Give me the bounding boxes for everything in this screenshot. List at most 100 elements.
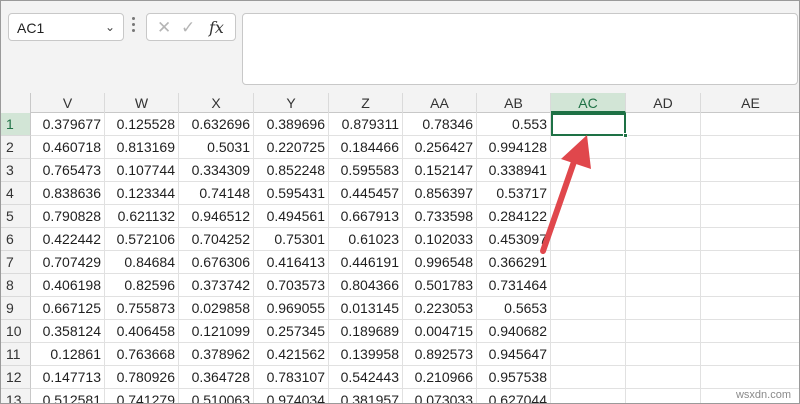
- cell-ac9[interactable]: [551, 297, 626, 320]
- cell-ac11[interactable]: [551, 343, 626, 366]
- cell-ad9[interactable]: [626, 297, 701, 320]
- cell-ac4[interactable]: [551, 182, 626, 205]
- cell-z2[interactable]: 0.184466: [329, 136, 403, 159]
- cell-ae8[interactable]: [701, 274, 799, 297]
- select-all-corner[interactable]: [1, 93, 31, 113]
- cell-ac1[interactable]: [551, 113, 626, 136]
- cell-x13[interactable]: 0.510063: [179, 389, 254, 403]
- fill-handle[interactable]: [623, 133, 628, 138]
- cell-aa11[interactable]: 0.892573: [403, 343, 477, 366]
- cell-z13[interactable]: 0.381957: [329, 389, 403, 403]
- cell-y2[interactable]: 0.220725: [254, 136, 329, 159]
- column-header-ab[interactable]: AB: [477, 93, 551, 113]
- cell-w1[interactable]: 0.125528: [105, 113, 179, 136]
- row-header-11[interactable]: 11: [1, 343, 31, 366]
- cell-w9[interactable]: 0.755873: [105, 297, 179, 320]
- cell-v9[interactable]: 0.667125: [31, 297, 105, 320]
- cell-ad7[interactable]: [626, 251, 701, 274]
- cell-z12[interactable]: 0.542443: [329, 366, 403, 389]
- cell-y1[interactable]: 0.389696: [254, 113, 329, 136]
- row-header-2[interactable]: 2: [1, 136, 31, 159]
- cell-aa13[interactable]: 0.073033: [403, 389, 477, 403]
- cell-w8[interactable]: 0.82596: [105, 274, 179, 297]
- cell-w10[interactable]: 0.406458: [105, 320, 179, 343]
- cell-v4[interactable]: 0.838636: [31, 182, 105, 205]
- cell-y8[interactable]: 0.703573: [254, 274, 329, 297]
- cell-ac12[interactable]: [551, 366, 626, 389]
- cell-v10[interactable]: 0.358124: [31, 320, 105, 343]
- cell-ab4[interactable]: 0.53717: [477, 182, 551, 205]
- cell-y6[interactable]: 0.75301: [254, 228, 329, 251]
- cell-ac2[interactable]: [551, 136, 626, 159]
- cell-ad10[interactable]: [626, 320, 701, 343]
- cell-v1[interactable]: 0.379677: [31, 113, 105, 136]
- cell-ad6[interactable]: [626, 228, 701, 251]
- cell-ad3[interactable]: [626, 159, 701, 182]
- cell-ae3[interactable]: [701, 159, 799, 182]
- cell-ab13[interactable]: 0.627044: [477, 389, 551, 403]
- cell-x5[interactable]: 0.946512: [179, 205, 254, 228]
- cell-y7[interactable]: 0.416413: [254, 251, 329, 274]
- cell-z9[interactable]: 0.013145: [329, 297, 403, 320]
- cell-z4[interactable]: 0.445457: [329, 182, 403, 205]
- column-header-z[interactable]: Z: [329, 93, 403, 113]
- cell-x6[interactable]: 0.704252: [179, 228, 254, 251]
- cell-ae1[interactable]: [701, 113, 799, 136]
- cell-ac5[interactable]: [551, 205, 626, 228]
- cell-y3[interactable]: 0.852248: [254, 159, 329, 182]
- row-header-8[interactable]: 8: [1, 274, 31, 297]
- cell-ae2[interactable]: [701, 136, 799, 159]
- column-header-ae[interactable]: AE: [701, 93, 799, 113]
- row-header-6[interactable]: 6: [1, 228, 31, 251]
- cell-x12[interactable]: 0.364728: [179, 366, 254, 389]
- cell-ab11[interactable]: 0.945647: [477, 343, 551, 366]
- cell-ab7[interactable]: 0.366291: [477, 251, 551, 274]
- cell-x10[interactable]: 0.121099: [179, 320, 254, 343]
- cell-y9[interactable]: 0.969055: [254, 297, 329, 320]
- cell-x2[interactable]: 0.5031: [179, 136, 254, 159]
- cell-ad1[interactable]: [626, 113, 701, 136]
- cell-y12[interactable]: 0.783107: [254, 366, 329, 389]
- column-header-w[interactable]: W: [105, 93, 179, 113]
- cell-ae4[interactable]: [701, 182, 799, 205]
- cell-z3[interactable]: 0.595583: [329, 159, 403, 182]
- cancel-icon[interactable]: ✕: [157, 18, 171, 38]
- cell-ab9[interactable]: 0.5653: [477, 297, 551, 320]
- cell-w13[interactable]: 0.741279: [105, 389, 179, 403]
- cell-ac3[interactable]: [551, 159, 626, 182]
- row-header-9[interactable]: 9: [1, 297, 31, 320]
- column-header-ac[interactable]: AC: [551, 93, 626, 113]
- cell-z10[interactable]: 0.189689: [329, 320, 403, 343]
- cell-ab12[interactable]: 0.957538: [477, 366, 551, 389]
- cell-z1[interactable]: 0.879311: [329, 113, 403, 136]
- name-box[interactable]: AC1 ⌄: [8, 13, 124, 41]
- cell-z5[interactable]: 0.667913: [329, 205, 403, 228]
- insert-function-button[interactable]: fx: [209, 18, 224, 37]
- cell-ae12[interactable]: [701, 366, 799, 389]
- cell-x3[interactable]: 0.334309: [179, 159, 254, 182]
- cell-v8[interactable]: 0.406198: [31, 274, 105, 297]
- row-header-5[interactable]: 5: [1, 205, 31, 228]
- cell-ac6[interactable]: [551, 228, 626, 251]
- cell-ae5[interactable]: [701, 205, 799, 228]
- cell-ab8[interactable]: 0.731464: [477, 274, 551, 297]
- cell-x4[interactable]: 0.74148: [179, 182, 254, 205]
- cell-v12[interactable]: 0.147713: [31, 366, 105, 389]
- cell-w3[interactable]: 0.107744: [105, 159, 179, 182]
- cell-v2[interactable]: 0.460718: [31, 136, 105, 159]
- enter-check-icon[interactable]: ✓: [181, 18, 195, 38]
- column-header-x[interactable]: X: [179, 93, 254, 113]
- cell-w2[interactable]: 0.813169: [105, 136, 179, 159]
- cell-z11[interactable]: 0.139958: [329, 343, 403, 366]
- cell-x9[interactable]: 0.029858: [179, 297, 254, 320]
- cell-ac13[interactable]: [551, 389, 626, 403]
- cell-y10[interactable]: 0.257345: [254, 320, 329, 343]
- chevron-down-icon[interactable]: ⌄: [105, 20, 115, 34]
- cell-w6[interactable]: 0.572106: [105, 228, 179, 251]
- cell-aa10[interactable]: 0.004715: [403, 320, 477, 343]
- cell-ad4[interactable]: [626, 182, 701, 205]
- cell-aa5[interactable]: 0.733598: [403, 205, 477, 228]
- cell-ab5[interactable]: 0.284122: [477, 205, 551, 228]
- cell-aa1[interactable]: 0.78346: [403, 113, 477, 136]
- cell-ae6[interactable]: [701, 228, 799, 251]
